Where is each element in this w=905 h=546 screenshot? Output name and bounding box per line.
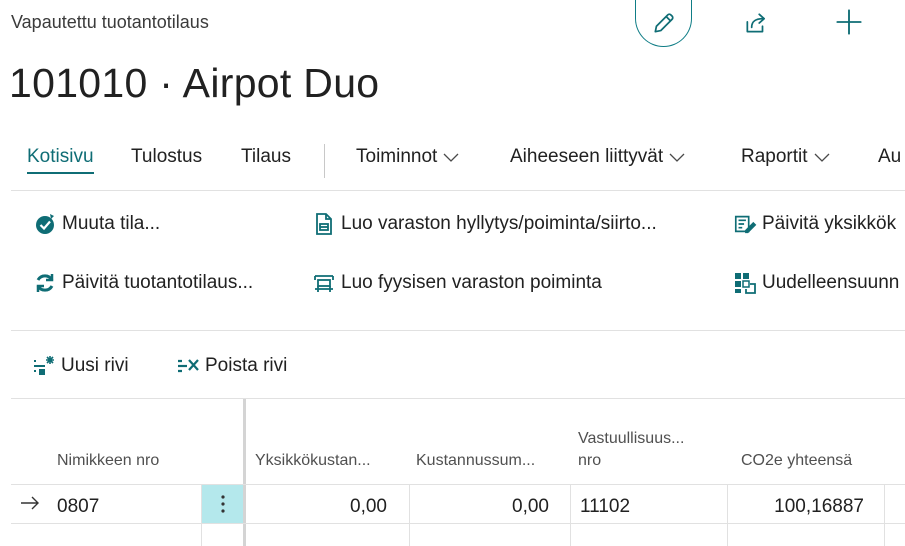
tab-separator [324,144,325,178]
delete-line-icon [176,354,200,378]
tab-aiheeseen-liittyvat[interactable]: Aiheeseen liittyvät [510,146,685,168]
page-caption: Vapautettu tuotantotilaus [11,12,209,32]
column-divider [409,484,410,546]
new-line-icon [32,354,56,378]
column-header-sustainability-no[interactable]: Vastuullisuus... nro [578,430,684,470]
cost-amount-cell[interactable]: 0,00 [512,496,549,518]
tab-au[interactable]: Au [878,146,901,168]
page-title: 101010 · Airpot Duo [9,60,380,106]
refresh-icon [33,271,57,295]
row-indicator-arrow-icon [20,495,40,516]
tab-tilaus[interactable]: Tilaus [241,146,291,168]
pencil-icon [653,13,674,33]
column-header-co2e-total[interactable]: CO2e yhteensä [741,452,852,470]
chevron-down-icon [669,153,685,162]
replan-icon [733,271,757,295]
sustainability-no-cell[interactable]: 11102 [580,496,630,518]
column-divider [884,484,885,546]
update-unit-cost-icon [733,212,757,236]
column-header-cost-amount[interactable]: Kustannussum... [416,452,535,470]
co2e-total-cell[interactable]: 100,16887 [774,496,864,518]
more-options-icon [220,495,225,513]
share-button[interactable] [741,8,771,38]
inventory-pick-icon [312,271,336,295]
column-header-item-no[interactable]: Nimikkeen nro [57,452,159,470]
toolbar-divider [11,398,905,399]
add-button[interactable] [834,7,864,37]
tabs-divider [11,190,905,191]
actions-divider [11,330,905,331]
action-luo-varaston-hyllytys[interactable]: Luo varaston hyllytys/poiminta/siirto... [312,212,657,236]
column-header-unit-cost[interactable]: Yksikkökustan... [255,452,371,470]
tab-kotisivu[interactable]: Kotisivu [27,146,94,174]
column-divider [727,484,728,546]
item-no-cell[interactable]: 0807 [57,496,99,518]
action-muuta-tila[interactable]: Muuta tila... [33,212,160,236]
unit-cost-cell[interactable]: 0,00 [350,496,387,518]
action-tabs: Kotisivu Tulostus Tilaus Toiminnot Aihee… [0,146,905,180]
row-divider [11,523,905,524]
grid-header-line [11,484,905,485]
action-paivita-tuotantotilaus[interactable]: Päivitä tuotantotilaus... [33,271,253,295]
chevron-down-icon [814,153,829,162]
action-uudelleensuunnittele[interactable]: Uudelleensuunn [733,271,899,295]
action-luo-fyysisen-varaston-poiminta[interactable]: Luo fyysisen varaston poiminta [312,271,602,295]
tab-toiminnot[interactable]: Toiminnot [356,146,459,168]
delete-line-button[interactable]: Poista rivi [176,354,287,378]
new-line-button[interactable]: Uusi rivi [32,354,129,378]
tab-tulostus[interactable]: Tulostus [131,146,202,168]
column-divider [570,484,571,546]
chevron-down-icon [443,153,459,162]
change-status-icon [33,212,57,236]
share-icon [746,13,765,33]
action-paivita-yksikkokustannus[interactable]: Päivitä yksikkök [733,212,896,236]
tab-raportit[interactable]: Raportit [741,146,830,168]
row-menu-button[interactable] [202,485,243,523]
plus-icon [836,9,862,35]
edit-button[interactable] [635,0,692,47]
warehouse-document-icon [312,212,336,236]
